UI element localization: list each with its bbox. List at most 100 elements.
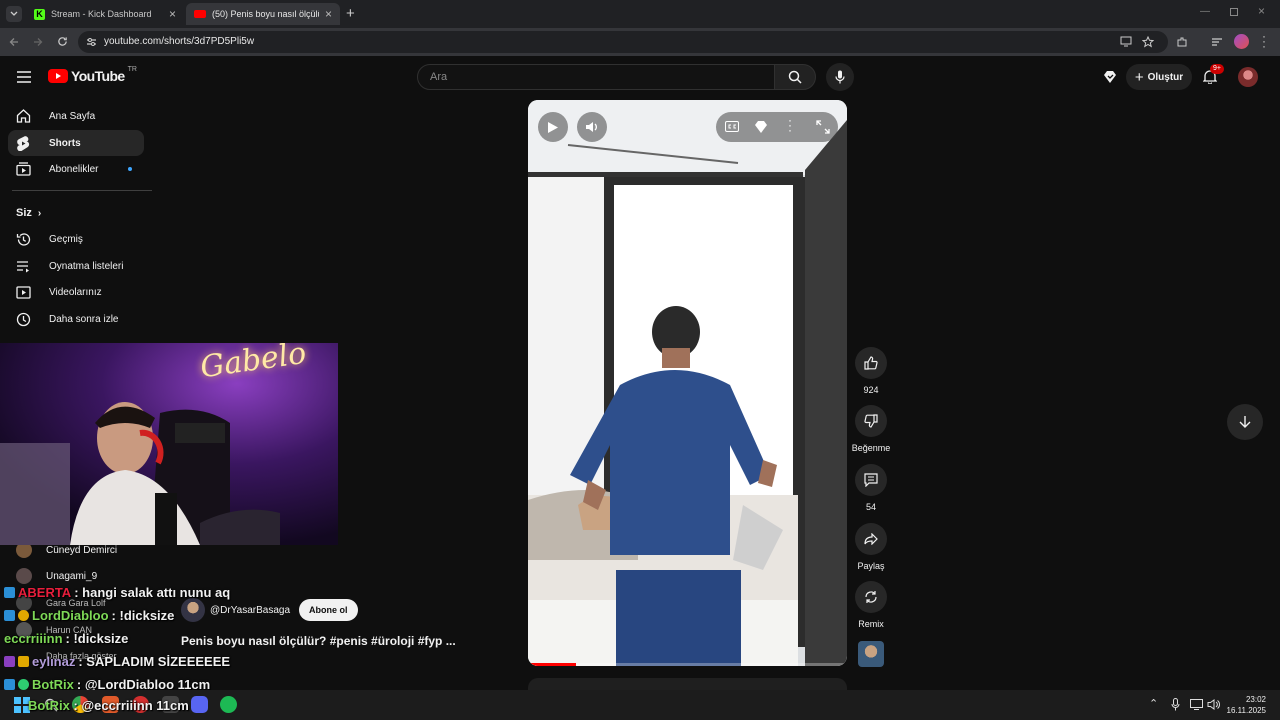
youtube-header: YouTube TR Ara + Oluştur 9+ xyxy=(0,56,1280,100)
remix-button[interactable]: Remix xyxy=(851,581,891,629)
forward-icon[interactable] xyxy=(33,37,43,47)
fullscreen-icon[interactable] xyxy=(816,120,830,134)
sidebar-item-history[interactable]: Geçmiş xyxy=(8,226,144,252)
extensions-icon[interactable] xyxy=(1176,36,1188,48)
history-icon xyxy=(16,232,31,246)
search-icon xyxy=(788,70,802,84)
shorts-remix-icon[interactable] xyxy=(1103,70,1117,84)
verified-badge-icon xyxy=(18,679,29,690)
notifications-button[interactable]: 9+ xyxy=(1203,64,1224,84)
tab-youtube-short[interactable]: (50) Penis boyu nasıl ölçülür? # × xyxy=(186,3,340,25)
microphone-icon xyxy=(835,70,845,84)
share-label: Paylaş xyxy=(857,561,885,571)
chat-message: eylınaz : SAPLADIM SİZEEEEEE xyxy=(4,654,230,669)
progress-fill xyxy=(528,663,576,666)
shorts-video-player[interactable]: · · · xyxy=(528,100,847,666)
sidebar-item-shorts[interactable]: Shorts xyxy=(8,130,144,156)
media-control-icon[interactable] xyxy=(1211,37,1223,47)
browser-menu-icon[interactable]: · · · xyxy=(1262,30,1266,52)
comment-count: 54 xyxy=(865,502,876,512)
bot-badge-icon xyxy=(4,679,15,690)
new-tab-button[interactable]: + xyxy=(346,5,355,22)
sidebar-item-your-videos[interactable]: Videolarınız xyxy=(8,279,144,305)
search-input[interactable]: Ara xyxy=(417,64,775,90)
subscriber-badge-icon xyxy=(18,610,29,621)
more-options-icon[interactable]: · · · xyxy=(788,114,792,136)
volume-button[interactable] xyxy=(577,112,607,142)
sound-thumbnail[interactable] xyxy=(858,641,884,667)
play-button[interactable] xyxy=(538,112,568,142)
section-title: Siz xyxy=(16,207,32,219)
voice-search-button[interactable] xyxy=(826,63,854,91)
close-icon[interactable]: × xyxy=(169,7,176,21)
settings-icon[interactable] xyxy=(754,120,768,134)
sidebar-item-label: Oynatma listeleri xyxy=(49,260,124,272)
arrow-down-icon xyxy=(1239,416,1251,428)
next-video-button[interactable] xyxy=(1227,404,1263,440)
subscription-label: Cüneyd Demirci xyxy=(46,544,118,556)
shorts-icon xyxy=(17,135,30,151)
region-code: TR xyxy=(127,65,137,73)
close-window-button[interactable]: × xyxy=(1258,4,1265,18)
thumbs-up-icon xyxy=(864,356,878,370)
webcam-overlay: Gabelo xyxy=(0,343,338,545)
profile-avatar[interactable] xyxy=(1234,34,1249,49)
kick-icon: K xyxy=(34,8,45,20)
tab-title: Stream - Kick Dashboard xyxy=(51,9,152,19)
captions-icon[interactable] xyxy=(725,121,739,132)
clock-date: 16.11.2025 xyxy=(1226,706,1266,715)
chat-text: : hangi salak attı nunu aq xyxy=(74,585,231,600)
subscription-label: Unagami_9 xyxy=(46,570,98,582)
subscribe-button[interactable]: Abone ol xyxy=(299,599,358,621)
chevron-up-icon[interactable]: ⌃ xyxy=(1149,697,1158,710)
sidebar-section-you[interactable]: Siz › xyxy=(16,207,41,219)
microphone-icon[interactable] xyxy=(1171,698,1180,711)
progress-track[interactable] xyxy=(528,663,847,666)
account-avatar[interactable] xyxy=(1238,67,1258,87)
maximize-button[interactable] xyxy=(1230,8,1238,16)
video-frame xyxy=(528,100,847,666)
chat-username: ABERTA xyxy=(18,585,72,600)
bookmark-star-icon[interactable] xyxy=(1142,36,1154,48)
network-icon[interactable] xyxy=(1190,699,1203,710)
short-title[interactable]: Penis boyu nasıl ölçülür? #penis #üroloj… xyxy=(181,634,456,648)
notification-badge: 9+ xyxy=(1210,64,1224,74)
comments-button[interactable]: 54 xyxy=(851,464,891,512)
back-icon[interactable] xyxy=(9,37,19,47)
channel-avatar[interactable] xyxy=(181,598,205,622)
tab-kick-dashboard[interactable]: K Stream - Kick Dashboard × xyxy=(26,3,184,25)
sidebar: Ana Sayfa Shorts Abonelikler Siz › Geçmi… xyxy=(0,100,155,343)
channel-name[interactable]: @DrYasarBasaga xyxy=(210,605,290,616)
system-clock[interactable]: 23:02 16.11.2025 xyxy=(1226,694,1266,716)
tab-search-button[interactable] xyxy=(6,6,22,22)
reload-icon[interactable] xyxy=(57,36,68,47)
sidebar-item-home[interactable]: Ana Sayfa xyxy=(8,103,144,129)
overlay-last-chat: BotRix : @eccrriiinn 11cm xyxy=(4,698,189,713)
subscriptions-list: Cüneyd Demirci Unagami_9 Gara Gara Lolf … xyxy=(0,540,155,670)
sidebar-item-watch-later[interactable]: Daha sonra izle xyxy=(8,306,144,332)
like-button[interactable]: 924 xyxy=(851,347,891,395)
install-app-icon[interactable] xyxy=(1120,36,1132,47)
youtube-logo[interactable]: YouTube TR xyxy=(48,65,137,84)
minimize-button[interactable]: — xyxy=(1200,6,1210,17)
dislike-button[interactable]: Beğenme xyxy=(851,405,891,453)
sidebar-item-subscriptions[interactable]: Abonelikler xyxy=(8,156,144,182)
browser-tab-strip: K Stream - Kick Dashboard × (50) Penis b… xyxy=(0,0,1280,28)
close-icon[interactable]: × xyxy=(325,7,332,21)
spotify-icon[interactable] xyxy=(220,696,237,713)
channel-avatar xyxy=(16,568,32,584)
moderator-badge-icon xyxy=(4,587,15,598)
like-count: 924 xyxy=(863,385,879,395)
chat-text: : SAPLADIM SİZEEEEEE xyxy=(78,654,231,669)
site-info-icon[interactable] xyxy=(86,37,97,47)
hamburger-menu-icon[interactable] xyxy=(17,71,31,83)
sidebar-item-label: Geçmiş xyxy=(49,233,83,245)
share-button[interactable]: Paylaş xyxy=(851,523,891,571)
address-bar[interactable]: youtube.com/shorts/3d7PD5Pli5w xyxy=(78,31,1168,53)
create-button[interactable]: + Oluştur xyxy=(1126,64,1192,90)
discord-icon[interactable] xyxy=(191,696,208,713)
sidebar-item-playlists[interactable]: Oynatma listeleri xyxy=(8,253,144,279)
search-button[interactable] xyxy=(774,64,816,90)
volume-icon[interactable] xyxy=(1207,699,1220,710)
search-placeholder: Ara xyxy=(430,71,448,83)
